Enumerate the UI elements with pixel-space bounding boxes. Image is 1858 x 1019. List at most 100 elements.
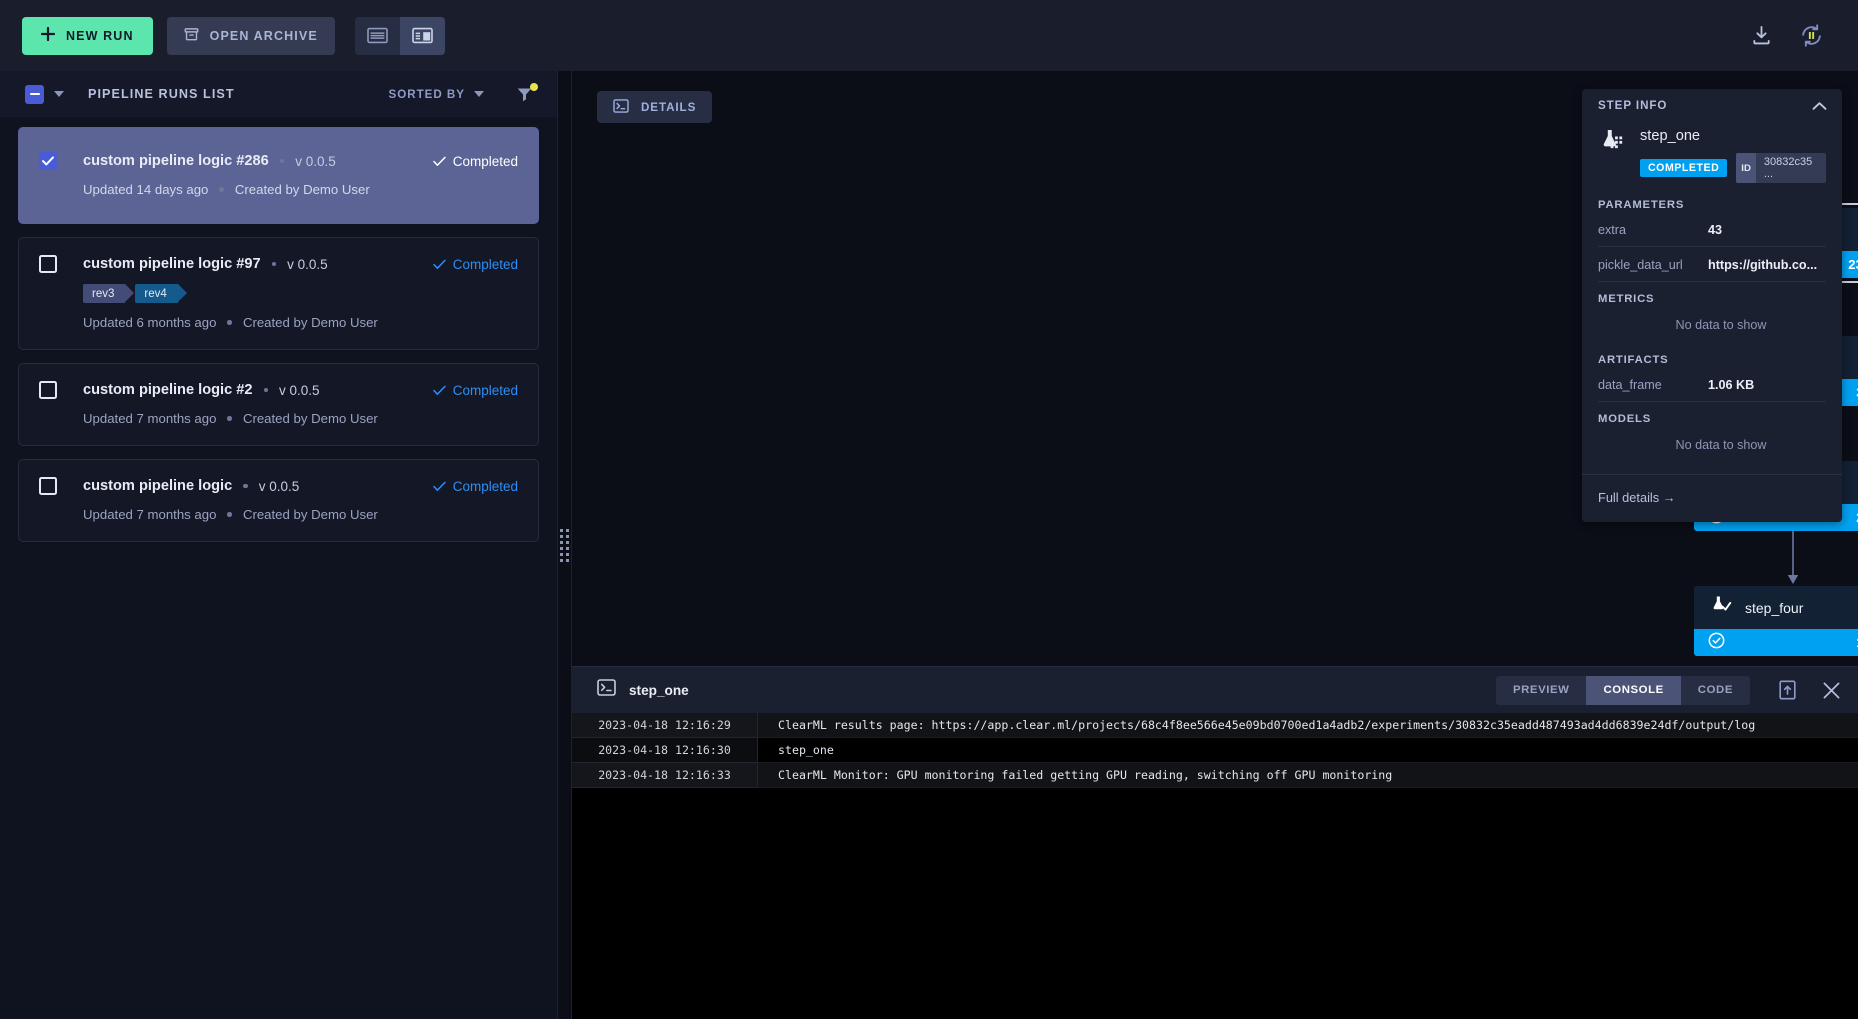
run-version: v 0.0.5 [295, 154, 336, 169]
log-row: 2023-04-18 12:16:29 ClearML results page… [572, 713, 1858, 738]
separator-dot [243, 484, 248, 489]
run-name: custom pipeline logic #2 [83, 382, 253, 398]
run-tag[interactable]: rev4 [135, 284, 177, 303]
step-id-key: ID [1736, 153, 1756, 183]
parameter-value: 43 [1708, 223, 1722, 237]
list-view-button[interactable] [355, 17, 400, 55]
log-message: ClearML Monitor: GPU monitoring failed g… [757, 763, 1858, 788]
artifacts-section: ARTIFACTS data_frame 1.06 KB [1582, 354, 1842, 402]
pipeline-run-card[interactable]: custom pipeline logic #2 v 0.0.5 Complet… [18, 363, 539, 446]
console-panel: step_one PREVIEW CONSOLE CODE [572, 666, 1858, 1019]
step-info-header: STEP INFO [1582, 89, 1842, 122]
chevron-down-icon[interactable] [54, 91, 64, 97]
check-icon [433, 259, 446, 270]
chevron-down-icon [474, 91, 484, 97]
run-updated: Updated 6 months ago [83, 315, 216, 330]
pipeline-run-card[interactable]: custom pipeline logic #97 v 0.0.5 Comple… [18, 237, 539, 350]
dag-connector [1694, 531, 1858, 586]
run-created-by: Created by Demo User [235, 182, 370, 197]
artifact-value: 1.06 KB [1708, 378, 1754, 392]
pipeline-app: NEW RUN OPEN ARCHIVE [0, 0, 1858, 1019]
console-header: step_one PREVIEW CONSOLE CODE [572, 666, 1858, 713]
separator-dot [227, 512, 232, 517]
log-timestamp: 2023-04-18 12:16:29 [572, 713, 757, 738]
step-node-name: step_four [1745, 600, 1803, 616]
pipeline-run-card[interactable]: custom pipeline logic v 0.0.5 Completed … [18, 459, 539, 542]
status-badge: Completed [433, 383, 518, 398]
status-label: Completed [453, 383, 518, 398]
split-view-button[interactable] [400, 17, 445, 55]
status-badge: Completed [433, 257, 518, 272]
details-button[interactable]: DETAILS [597, 91, 712, 123]
status-label: Completed [453, 257, 518, 272]
separator-dot [272, 262, 277, 267]
run-name: custom pipeline logic [83, 478, 232, 494]
check-icon [433, 156, 446, 167]
run-version: v 0.0.5 [279, 383, 320, 398]
download-icon[interactable] [1750, 24, 1773, 47]
flask-dots-icon [1598, 128, 1626, 183]
check-circle-icon [1708, 632, 1725, 654]
run-checkbox[interactable] [39, 152, 57, 170]
models-label: MODELS [1598, 413, 1826, 425]
run-version: v 0.0.5 [287, 257, 328, 272]
pipeline-runs-panel: PIPELINE RUNS LIST SORTED BY [0, 71, 558, 1019]
pipeline-run-card[interactable]: custom pipeline logic #286 v 0.0.5 Compl… [18, 127, 539, 224]
pipeline-step-node[interactable]: step_four 17s [1694, 586, 1858, 656]
artifact-key: data_frame [1598, 378, 1708, 392]
pipeline-graph-area: DETAILS [572, 71, 1858, 666]
sorted-by-label: SORTED BY [388, 88, 465, 101]
step-status-badge: COMPLETED [1640, 159, 1727, 177]
open-archive-button[interactable]: OPEN ARCHIVE [167, 17, 335, 55]
check-icon [433, 385, 446, 396]
top-toolbar-actions [1750, 23, 1836, 48]
separator-dot [219, 187, 224, 192]
step-id-value: 30832c35 ... [1756, 153, 1826, 183]
pipeline-runs-list[interactable]: custom pipeline logic #286 v 0.0.5 Compl… [0, 117, 557, 1019]
tab-console[interactable]: CONSOLE [1586, 676, 1680, 705]
pipeline-detail-panel: DETAILS [572, 71, 1858, 1019]
models-empty-state: No data to show [1598, 437, 1826, 474]
open-archive-label: OPEN ARCHIVE [210, 29, 318, 43]
auto-refresh-pause-icon[interactable] [1799, 23, 1824, 48]
metrics-empty-state: No data to show [1598, 317, 1826, 354]
status-label: Completed [453, 479, 518, 494]
step-info-identity: step_one COMPLETED ID 30832c35 ... [1582, 122, 1842, 199]
run-created-by: Created by Demo User [243, 507, 378, 522]
console-log[interactable]: 2023-04-18 12:16:29 ClearML results page… [572, 713, 1858, 1019]
parameter-row: extra 43 [1598, 223, 1826, 247]
run-checkbox[interactable] [39, 477, 57, 495]
sorted-by-dropdown[interactable]: SORTED BY [388, 88, 484, 101]
archive-icon [184, 27, 199, 45]
console-step-name: step_one [629, 683, 689, 698]
plus-icon [41, 27, 55, 44]
parameter-key: extra [1598, 223, 1708, 237]
maximize-panel-icon[interactable] [1778, 680, 1797, 700]
top-toolbar: NEW RUN OPEN ARCHIVE [0, 0, 1858, 71]
run-checkbox[interactable] [39, 255, 57, 273]
chevron-up-icon[interactable] [1812, 101, 1827, 111]
parameter-key: pickle_data_url [1598, 258, 1708, 272]
status-badge: Completed [433, 154, 518, 169]
tab-code[interactable]: CODE [1681, 676, 1750, 705]
filter-button[interactable] [516, 86, 533, 103]
terminal-icon [613, 99, 629, 116]
artifacts-label: ARTIFACTS [1598, 354, 1826, 366]
new-run-button[interactable]: NEW RUN [22, 17, 153, 55]
run-checkbox[interactable] [39, 381, 57, 399]
run-tag[interactable]: rev3 [83, 284, 125, 303]
close-icon[interactable] [1822, 681, 1841, 700]
log-message: ClearML results page: https://app.clear.… [757, 713, 1858, 738]
select-all-checkbox[interactable] [25, 85, 44, 104]
filter-active-badge [530, 83, 538, 91]
run-updated: Updated 14 days ago [83, 182, 208, 197]
panel-resize-handle[interactable] [558, 71, 572, 1019]
run-created-by: Created by Demo User [243, 411, 378, 426]
separator-dot [280, 159, 285, 164]
tab-preview[interactable]: PREVIEW [1496, 676, 1587, 705]
run-updated: Updated 7 months ago [83, 411, 216, 426]
new-run-label: NEW RUN [66, 29, 134, 43]
terminal-icon [597, 679, 616, 701]
full-details-link[interactable]: Full details → [1598, 490, 1676, 505]
step-id-chip[interactable]: ID 30832c35 ... [1736, 153, 1826, 183]
